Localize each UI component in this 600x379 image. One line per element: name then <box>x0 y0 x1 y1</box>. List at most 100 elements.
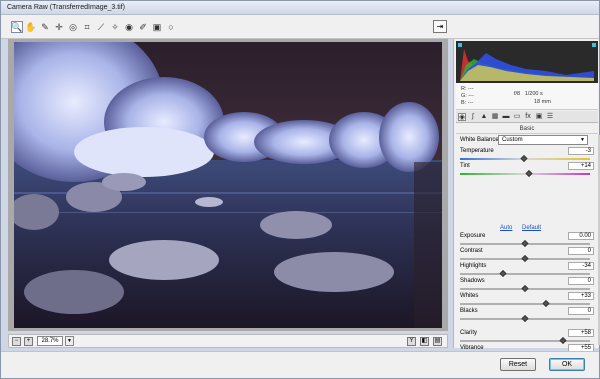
window-title: Camera Raw (TransferredImage_3.tif) <box>7 4 126 11</box>
slider-tint: Tint +14 <box>460 162 594 178</box>
camera-calibration-tab-icon[interactable]: ▣ <box>535 113 543 121</box>
white-balance-select[interactable]: Custom ▼ <box>498 135 588 145</box>
shadow-clip-indicator <box>458 43 462 47</box>
adjustment-brush-icon[interactable]: ✐ <box>137 21 149 33</box>
basic-tab-icon[interactable]: ◉ <box>458 113 466 121</box>
zoom-level-field[interactable]: 28.7% <box>37 336 63 346</box>
spot-removal-icon[interactable]: ✧ <box>109 21 121 33</box>
detail-tab-icon[interactable]: ▲ <box>480 113 488 121</box>
straighten-icon[interactable]: ⟋ <box>95 21 107 33</box>
slider-value-field[interactable]: +14 <box>568 162 594 170</box>
panel-tabs: ◉ ∫ ▲ ▦ ▬ ▭ fx ▣ ☰ <box>456 111 598 123</box>
title-bar: Camera Raw (TransferredImage_3.tif) <box>1 1 599 15</box>
open-preferences-icon[interactable]: ⇥ <box>433 20 447 33</box>
reset-button[interactable]: Reset <box>500 358 536 371</box>
slider-handle[interactable] <box>521 284 529 293</box>
slider-highlights: Highlights -34 <box>460 262 594 278</box>
target-adjust-icon[interactable]: ◎ <box>67 21 79 33</box>
default-link[interactable]: Default <box>522 225 541 231</box>
white-balance-icon[interactable]: ✎ <box>39 21 51 33</box>
slider-label: Shadows <box>460 278 485 284</box>
zoom-icon[interactable]: 🔍 <box>11 21 23 33</box>
slider-whites: Whites +33 <box>460 292 594 308</box>
slider-label: Clarity <box>460 330 478 336</box>
slider-label: Exposure <box>460 233 486 239</box>
white-balance-row: White Balance: Custom ▼ <box>460 135 594 147</box>
slider-handle[interactable] <box>499 269 507 278</box>
adjustments-panel: R: --- G: --- B: --- f/8 1/200 s 18 mm ◉… <box>453 39 600 375</box>
white-balance-label: White Balance: <box>460 137 501 143</box>
slider-temperature: Temperature -3 <box>460 147 594 163</box>
split-toning-tab-icon[interactable]: ▬ <box>502 113 510 121</box>
slider-handle[interactable] <box>521 239 529 248</box>
slider-handle[interactable] <box>542 299 550 308</box>
zoom-out-button[interactable]: − <box>12 337 21 346</box>
slider-value-field[interactable]: 0.00 <box>568 232 594 240</box>
slider-value-field[interactable]: 0 <box>568 307 594 315</box>
hand-icon[interactable]: ✋ <box>25 21 37 33</box>
slider-label: Contrast <box>460 248 483 254</box>
slider-value-field[interactable]: 0 <box>568 247 594 255</box>
slider-handle[interactable] <box>521 314 529 323</box>
r-label: R: <box>461 86 467 92</box>
slider-value-field[interactable]: -34 <box>568 262 594 270</box>
r-value: --- <box>468 86 474 92</box>
zoom-dropdown-icon[interactable]: ▼ <box>65 336 74 346</box>
slider-clarity: Clarity +58 <box>460 329 594 345</box>
crop-icon[interactable]: ⌗ <box>81 21 93 33</box>
shutter-speed: 1/200 s <box>524 91 543 97</box>
slider-value-field[interactable]: -3 <box>568 147 594 155</box>
red-eye-icon[interactable]: ◉ <box>123 21 135 33</box>
slider-track[interactable] <box>460 273 590 275</box>
white-balance-value: Custom <box>502 137 523 143</box>
status-bar: − + 28.7% ▼ Y ◧ ▤ <box>8 334 448 348</box>
highlight-clip-indicator <box>592 43 596 47</box>
auto-link[interactable]: Auto <box>500 225 512 231</box>
camera-raw-window: Camera Raw (TransferredImage_3.tif) ⇥ 🔍 ✋… <box>0 0 600 379</box>
effects-tab-icon[interactable]: fx <box>524 113 532 121</box>
lens-tab-icon[interactable]: ▭ <box>513 113 521 121</box>
presets-tab-icon[interactable]: ☰ <box>546 113 554 121</box>
ok-button[interactable]: OK <box>549 358 585 371</box>
image-preview-area <box>8 39 448 331</box>
hsl-tab-icon[interactable]: ▦ <box>491 113 499 121</box>
slider-label: Highlights <box>460 263 487 269</box>
g-value: --- <box>468 93 474 99</box>
photo-render <box>14 42 442 328</box>
before-after-icon[interactable]: ◧ <box>420 337 429 346</box>
zoom-in-button[interactable]: + <box>24 337 33 346</box>
histogram-graph <box>456 41 598 83</box>
color-sampler-icon[interactable]: ✛ <box>53 21 65 33</box>
chevron-down-icon: ▼ <box>580 137 585 143</box>
toolbar: ⇥ 🔍 ✋ ✎ ✛ ◎ ⌗ ⟋ ✧ ◉ ✐ ▣ ○ <box>1 15 599 39</box>
slider-blacks: Blacks 0 <box>460 307 594 323</box>
panel-title: Basic <box>456 124 598 134</box>
focal-length: 18 mm <box>534 99 551 105</box>
slider-label: Whites <box>460 293 479 299</box>
slider-value-field[interactable]: +33 <box>568 292 594 300</box>
rotate-icon[interactable]: ○ <box>165 21 177 33</box>
slider-value-field[interactable]: +58 <box>568 329 594 337</box>
aperture: f/8 <box>514 91 521 97</box>
tone-curve-tab-icon[interactable]: ∫ <box>469 113 477 121</box>
slider-value-field[interactable]: 0 <box>568 277 594 285</box>
filter-icon[interactable]: Y <box>407 337 416 346</box>
b-value: --- <box>467 100 474 106</box>
g-label: G: <box>461 93 467 99</box>
slider-track[interactable] <box>460 303 590 305</box>
bottom-bar: Reset OK <box>1 351 599 378</box>
slider-label: Tint <box>460 163 470 169</box>
slider-exposure: Exposure 0.00 <box>460 232 594 248</box>
graduated-filter-icon[interactable]: ▣ <box>151 21 163 33</box>
slider-label: Temperature <box>460 148 494 154</box>
preview-toggle-icon[interactable]: ▤ <box>433 337 442 346</box>
slider-shadows: Shadows 0 <box>460 277 594 293</box>
slider-handle[interactable] <box>520 154 528 163</box>
pixel-info: R: --- G: --- B: --- f/8 1/200 s 18 mm <box>456 83 598 110</box>
image-preview[interactable] <box>14 42 442 328</box>
slider-handle[interactable] <box>525 169 533 178</box>
slider-track[interactable] <box>460 340 590 342</box>
slider-handle[interactable] <box>559 336 567 345</box>
b-label: B: <box>461 100 467 106</box>
slider-handle[interactable] <box>521 254 529 263</box>
